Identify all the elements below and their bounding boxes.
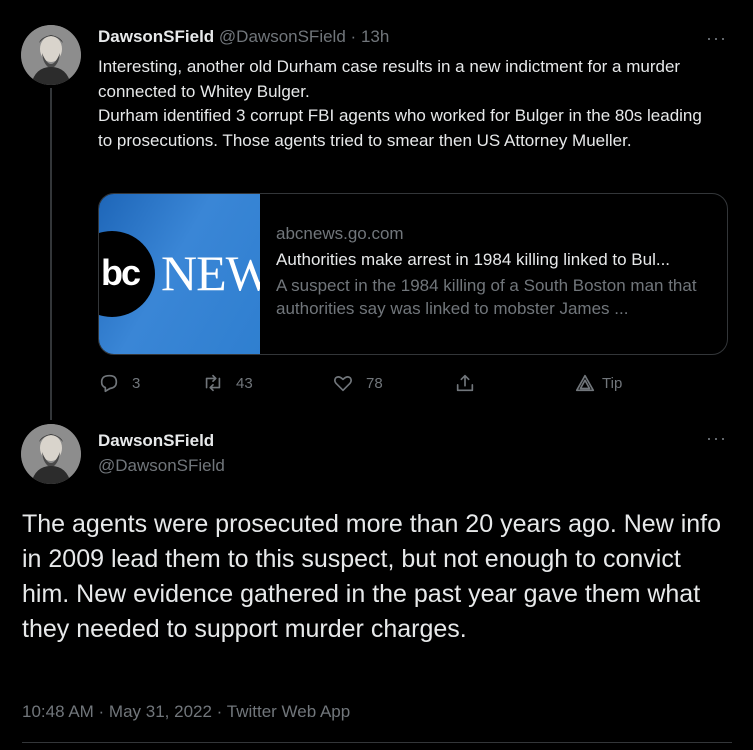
card-description: A suspect in the 1984 killing of a South… (276, 276, 697, 318)
tweet1-actions: 3 43 78 Tip (98, 372, 658, 396)
card-body: abcnews.go.com Authorities make arrest i… (276, 224, 716, 320)
tweet1-text-line: Interesting, another old Durham case res… (98, 57, 681, 101)
card-title: Authorities make arrest in 1984 killing … (276, 250, 671, 269)
card-domain: abcnews.go.com (276, 224, 404, 243)
thread-line (50, 88, 52, 420)
tweet2-display-name[interactable]: DawsonSField (98, 431, 214, 451)
tweet1-display-name[interactable]: DawsonSField (98, 27, 214, 46)
tweet1-handle[interactable]: @DawsonSField (219, 27, 346, 46)
tweet1-time[interactable]: 13h (361, 27, 389, 46)
like-button[interactable]: 78 (332, 372, 383, 394)
reply-icon (100, 374, 118, 393)
retweet-button[interactable]: 43 (202, 372, 253, 394)
heart-icon (334, 376, 352, 392)
like-count: 78 (366, 374, 383, 392)
tweet1-text-line: Durham identified 3 corrupt FBI agents w… (98, 106, 702, 150)
avatar-portrait-icon (21, 424, 81, 484)
reply-button[interactable]: 3 (98, 372, 140, 394)
link-card[interactable]: bc NEW abcnews.go.com Authorities make a… (98, 193, 728, 355)
tweet2-timestamp[interactable]: 10:48 AM · May 31, 2022 · Twitter Web Ap… (22, 702, 350, 722)
divider (22, 742, 732, 743)
tweet1-more-icon[interactable]: ··· (706, 29, 727, 47)
card-image-text-left: bc (101, 252, 141, 293)
tip-icon (575, 374, 595, 392)
tip-label: Tip (602, 374, 623, 392)
reply-count: 3 (132, 374, 141, 392)
retweet-icon (205, 374, 221, 392)
share-icon (456, 374, 474, 392)
tweet2-handle[interactable]: @DawsonSField (98, 456, 225, 476)
card-image-text-right: NEW (161, 245, 260, 301)
tweet2-more-icon[interactable]: ··· (706, 429, 727, 447)
retweet-count: 43 (236, 374, 253, 392)
tweet2-text: The agents were prosecuted more than 20 … (22, 510, 722, 643)
avatar[interactable] (21, 424, 81, 484)
avatar[interactable] (21, 25, 81, 85)
tweet1-text: Interesting, another old Durham case res… (98, 55, 708, 153)
tip-button[interactable]: Tip (574, 372, 622, 394)
share-button[interactable] (454, 372, 476, 394)
avatar-portrait-icon (21, 25, 81, 85)
card-image: bc NEW (99, 194, 260, 354)
tweet1-separator: · (350, 27, 357, 46)
tweet1-header: DawsonSField @DawsonSField · 13h (98, 27, 389, 47)
